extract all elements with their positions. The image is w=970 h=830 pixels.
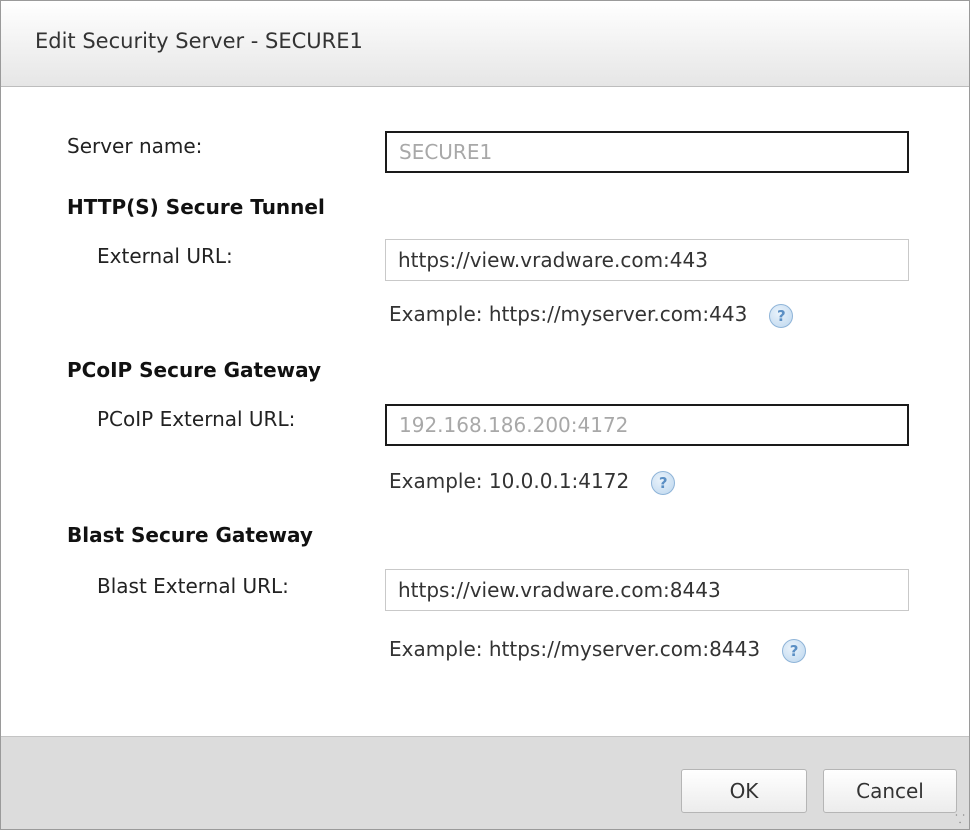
pcoip-external-url-example-text: Example: 10.0.0.1:4172 [389,469,630,493]
dialog-title: Edit Security Server - SECURE1 [35,29,363,53]
help-icon[interactable]: ? [769,303,794,328]
blast-external-url-field[interactable] [385,569,909,611]
pcoip-external-url-label: PCoIP External URL: [97,407,296,431]
external-url-example-text: Example: https://myserver.com:443 [389,302,748,326]
dialog-body: Server name: HTTP(S) Secure Tunnel Exter… [1,88,969,736]
external-url-label: External URL: [97,244,233,268]
server-name-label: Server name: [67,134,203,158]
pcoip-gateway-heading: PCoIP Secure Gateway [67,358,322,382]
blast-external-url-label: Blast External URL: [97,574,289,598]
ok-button[interactable]: OK [681,769,807,813]
resize-grip-icon[interactable]: ⸪ [955,813,965,825]
blast-external-url-example-text: Example: https://myserver.com:8443 [389,637,761,661]
pcoip-external-url-example: Example: 10.0.0.1:4172? [389,469,676,495]
blast-gateway-heading: Blast Secure Gateway [67,523,313,547]
cancel-button[interactable]: Cancel [823,769,957,813]
dialog-footer: OK Cancel ⸪ [1,736,969,829]
server-name-field[interactable] [385,131,909,173]
external-url-field[interactable] [385,239,909,281]
help-icon[interactable]: ? [782,638,807,663]
help-icon[interactable]: ? [651,470,676,495]
external-url-example: Example: https://myserver.com:443? [389,302,794,328]
pcoip-external-url-field[interactable] [385,404,909,446]
blast-external-url-example: Example: https://myserver.com:8443? [389,637,807,663]
dialog-title-bar[interactable]: Edit Security Server - SECURE1 [1,1,969,87]
edit-security-server-dialog: Edit Security Server - SECURE1 Server na… [0,0,970,830]
http-tunnel-heading: HTTP(S) Secure Tunnel [67,195,325,219]
